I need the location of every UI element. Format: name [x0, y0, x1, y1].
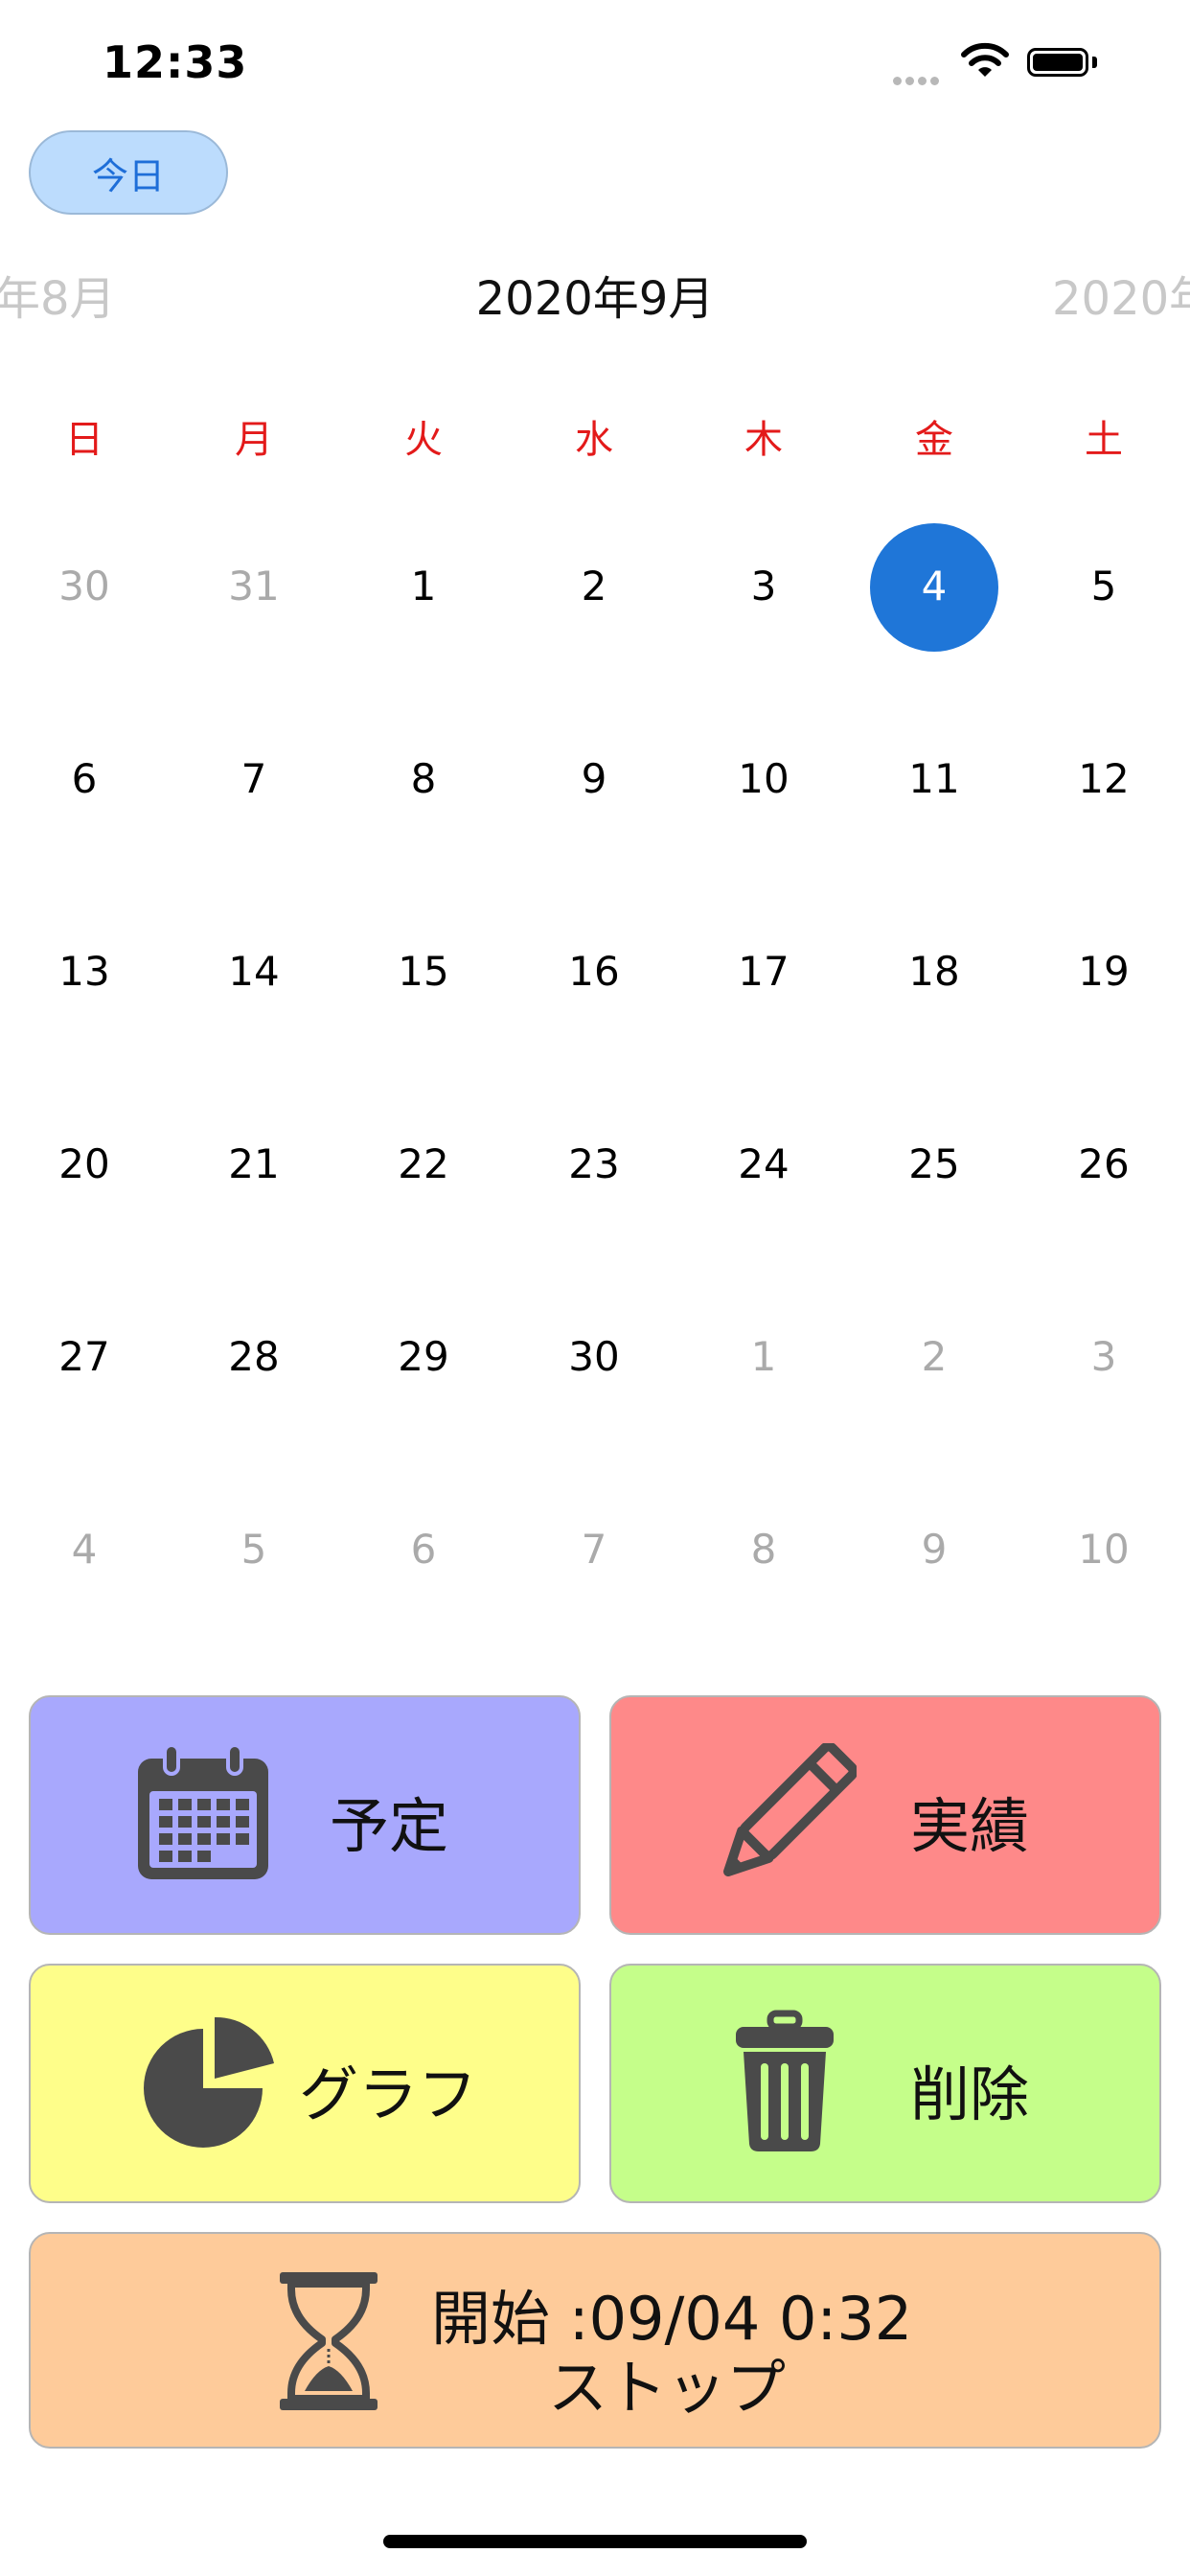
- calendar-day[interactable]: 20: [27, 1136, 142, 1193]
- calendar-day[interactable]: 19: [1046, 943, 1161, 1000]
- calendar-day[interactable]: 9: [537, 750, 652, 808]
- current-month-label: 2020年9月: [475, 272, 715, 326]
- calendar-day[interactable]: 3: [1046, 1328, 1161, 1386]
- calendar-day-selected[interactable]: 4: [877, 558, 992, 615]
- home-indicator[interactable]: [383, 2535, 807, 2548]
- weekday-wed: 水: [575, 418, 613, 462]
- graph-button[interactable]: グラフ: [29, 1964, 581, 2203]
- calendar-day[interactable]: 30: [27, 558, 142, 615]
- delete-label: 削除: [910, 2059, 1030, 2129]
- graph-label: グラフ: [299, 2059, 478, 2129]
- status-time: 12:33: [103, 36, 248, 88]
- wifi-icon: [961, 42, 1009, 77]
- weekday-fri: 金: [915, 418, 953, 462]
- weekday-sat: 土: [1085, 418, 1123, 462]
- timer-button[interactable]: 開始 :09/04 0:32 ストップ: [29, 2232, 1161, 2449]
- calendar-day[interactable]: 26: [1046, 1136, 1161, 1193]
- calendar-day[interactable]: 4: [27, 1521, 142, 1578]
- calendar-day[interactable]: 9: [877, 1521, 992, 1578]
- calendar-day[interactable]: 2: [877, 1328, 992, 1386]
- calendar-day[interactable]: 23: [537, 1136, 652, 1193]
- calendar-day[interactable]: 5: [196, 1521, 311, 1578]
- calendar-day[interactable]: 24: [706, 1136, 821, 1193]
- calendar-day[interactable]: 29: [366, 1328, 481, 1386]
- trash-icon: [736, 2010, 834, 2151]
- calendar-day[interactable]: 22: [366, 1136, 481, 1193]
- calendar-day[interactable]: 10: [706, 750, 821, 808]
- weekday-mon: 月: [235, 418, 273, 462]
- calendar-day[interactable]: 7: [196, 750, 311, 808]
- calendar-day[interactable]: 10: [1046, 1521, 1161, 1578]
- schedule-label: 予定: [330, 1791, 449, 1861]
- weekday-tue: 火: [404, 418, 443, 462]
- calendar-day[interactable]: 13: [27, 943, 142, 1000]
- calendar-day[interactable]: 18: [877, 943, 992, 1000]
- calendar-day[interactable]: 8: [366, 750, 481, 808]
- calendar-day[interactable]: 6: [366, 1521, 481, 1578]
- battery-icon: [1027, 48, 1088, 77]
- record-button[interactable]: 実績: [609, 1695, 1161, 1935]
- schedule-button[interactable]: 予定: [29, 1695, 581, 1935]
- status-icons: [893, 42, 1142, 86]
- calendar-day[interactable]: 8: [706, 1521, 821, 1578]
- calendar-day[interactable]: 7: [537, 1521, 652, 1578]
- delete-button[interactable]: 削除: [609, 1964, 1161, 2203]
- calendar-day[interactable]: 3: [706, 558, 821, 615]
- weekday-sun: 日: [65, 418, 103, 462]
- calendar-day[interactable]: 1: [366, 558, 481, 615]
- calendar-day[interactable]: 31: [196, 558, 311, 615]
- calendar-day[interactable]: 28: [196, 1328, 311, 1386]
- signal-icon: [893, 71, 943, 89]
- calendar-day[interactable]: 27: [27, 1328, 142, 1386]
- calendar-day[interactable]: 1: [706, 1328, 821, 1386]
- calendar-day[interactable]: 16: [537, 943, 652, 1000]
- weekday-thu: 木: [744, 418, 783, 462]
- today-button[interactable]: 今日: [29, 130, 228, 215]
- pie-chart-icon: [144, 2016, 274, 2148]
- hourglass-icon: [280, 2272, 378, 2410]
- pencil-icon: [723, 1743, 857, 1876]
- battery-tip: [1092, 57, 1097, 68]
- calendar-day[interactable]: 25: [877, 1136, 992, 1193]
- calendar-day[interactable]: 2: [537, 558, 652, 615]
- calendar-day[interactable]: 5: [1046, 558, 1161, 615]
- calendar-day[interactable]: 21: [196, 1136, 311, 1193]
- next-month-label[interactable]: 2020年: [1052, 270, 1190, 328]
- calendar-day[interactable]: 6: [27, 750, 142, 808]
- calendar-icon: [138, 1743, 268, 1879]
- calendar-day[interactable]: 30: [537, 1328, 652, 1386]
- calendar-day[interactable]: 15: [366, 943, 481, 1000]
- calendar-day[interactable]: 14: [196, 943, 311, 1000]
- calendar-day[interactable]: 17: [706, 943, 821, 1000]
- calendar-day[interactable]: 11: [877, 750, 992, 808]
- calendar-day[interactable]: 12: [1046, 750, 1161, 808]
- record-label: 実績: [910, 1791, 1030, 1861]
- timer-stop-label: ストップ: [548, 2353, 787, 2423]
